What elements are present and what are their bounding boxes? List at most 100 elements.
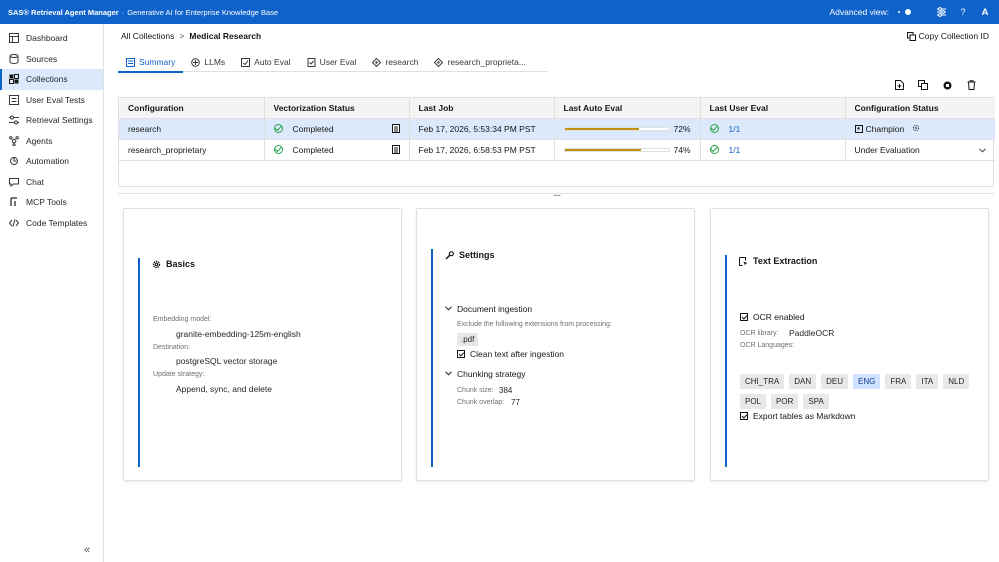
advanced-view-toggle[interactable] [897, 8, 911, 16]
config-status-dropdown[interactable]: Under Evaluation [845, 138, 995, 160]
duplicate-icon[interactable] [911, 78, 935, 92]
config-status: Under Evaluation [854, 144, 920, 155]
column-header[interactable]: Last Job [409, 98, 555, 118]
tab-research-proprietary[interactable]: research_proprieta... [426, 52, 533, 72]
log-icon[interactable] [391, 124, 400, 133]
language-tag[interactable]: ITA [916, 374, 939, 389]
champion-settings-icon[interactable] [912, 124, 920, 134]
export-tables-checkbox[interactable]: Export tables as Markdown [740, 411, 856, 421]
sidebar-item-label: Chat [26, 176, 44, 187]
config-status: Champion [865, 123, 905, 134]
ocr-library-value: PaddleOCR [789, 328, 835, 338]
sidebar-item-chat[interactable]: Chat [0, 172, 103, 193]
sliders-icon [9, 115, 19, 125]
help-icon[interactable]: ? [953, 0, 973, 24]
sidebar-item-sources[interactable]: Sources [0, 49, 103, 70]
completed-check-icon [273, 124, 283, 133]
sidebar-item-retrieval-settings[interactable]: Retrieval Settings [0, 110, 103, 131]
language-tag[interactable]: ENG [853, 374, 881, 389]
passed-check-icon [709, 124, 719, 133]
tab-summary[interactable]: Summary [118, 52, 184, 73]
vectorization-status: Completed [292, 123, 334, 134]
ocr-languages-label: OCR Languages: [740, 342, 795, 349]
section-label: Document ingestion [457, 304, 533, 314]
clean-text-checkbox[interactable]: Clean text after ingestion [457, 349, 564, 359]
configurations-table: Configuration Vectorization Status Last … [118, 97, 995, 187]
card-accent-bar [138, 258, 140, 467]
sidebar-item-mcp-tools[interactable]: MCP Tools [0, 192, 103, 213]
language-tag[interactable]: POL [740, 394, 767, 409]
tab-research[interactable]: research [364, 52, 426, 72]
settings-icon[interactable] [931, 0, 951, 24]
tab-label: Summary [139, 57, 176, 67]
user-avatar[interactable]: A [975, 0, 995, 24]
tab-llms[interactable]: LLMs [183, 52, 233, 72]
sidebar-item-collections[interactable]: Collections [0, 69, 103, 90]
tab-label: User Eval [319, 57, 357, 67]
config-icon [434, 57, 444, 67]
column-header[interactable]: Configuration [119, 98, 265, 118]
excluded-extension-tag: .pdf [457, 333, 479, 346]
database-icon [9, 53, 19, 64]
sidebar-item-user-eval-tests[interactable]: User Eval Tests [0, 90, 103, 111]
table-row[interactable]: research Completed Feb 17, 2026, 5:53:34… [119, 117, 995, 139]
stop-icon[interactable] [935, 78, 959, 92]
column-header[interactable]: Vectorization Status [264, 98, 410, 118]
chevron-down-icon [979, 145, 986, 155]
text-extraction-title-text: Text Extraction [753, 256, 818, 266]
column-header[interactable]: Last Auto Eval [554, 98, 701, 118]
auto-eval-percent: 72% [673, 123, 691, 134]
sidebar-item-code-templates[interactable]: Code Templates [0, 213, 103, 234]
copy-collection-id-label: Copy Collection ID [918, 31, 989, 41]
last-job: Feb 17, 2026, 6:58:53 PM PST [409, 138, 555, 160]
language-tag[interactable]: POR [771, 394, 799, 409]
champion-icon: ★ [854, 124, 863, 133]
breadcrumb-current: Medical Research [189, 31, 262, 41]
language-tag[interactable]: NLD [943, 374, 970, 389]
settings-title-text: Settings [459, 250, 495, 260]
sidebar-item-label: Code Templates [26, 217, 88, 228]
user-eval-cell: 1/1 [700, 117, 846, 139]
delete-icon[interactable] [959, 78, 983, 92]
add-configuration-icon[interactable] [887, 78, 911, 92]
checkbox-label: Export tables as Markdown [753, 411, 856, 421]
app-name: SAS® Retrieval Agent Manager [8, 7, 119, 17]
sidebar-item-label: User Eval Tests [26, 94, 85, 105]
document-ingestion-section[interactable]: Document ingestion [445, 304, 532, 314]
auto-eval-percent: 74% [673, 144, 691, 155]
tab-user-eval[interactable]: User Eval [299, 52, 365, 72]
column-header[interactable]: Configuration Status [845, 98, 995, 118]
table-row[interactable]: research_proprietary Completed Feb 17, 2… [119, 138, 995, 160]
resize-handle[interactable]: .... [553, 188, 561, 199]
last-job: Feb 17, 2026, 5:53:34 PM PST [409, 117, 555, 139]
language-tag[interactable]: DEU [821, 374, 849, 389]
configuration-name: research_proprietary [119, 138, 265, 160]
user-eval-link[interactable]: 1/1 [729, 124, 741, 134]
language-tag[interactable]: FRA [885, 374, 912, 389]
collapse-sidebar-button[interactable]: « [84, 544, 90, 556]
sidebar-item-dashboard[interactable]: Dashboard [0, 28, 103, 49]
checkbox-checked-icon [740, 412, 748, 420]
language-tag[interactable]: DAN [789, 374, 817, 389]
chunking-strategy-section[interactable]: Chunking strategy [445, 369, 526, 379]
ocr-enabled-checkbox[interactable]: OCR enabled [740, 312, 805, 322]
card-accent-bar [725, 255, 727, 467]
checkbox-checked-icon [457, 350, 465, 358]
sidebar-item-label: Automation [26, 156, 69, 167]
sidebar-item-automation[interactable]: Automation [0, 151, 103, 172]
language-tag[interactable]: CHI_TRA [740, 374, 785, 389]
log-icon[interactable] [391, 145, 400, 154]
column-header[interactable]: Last User Eval [700, 98, 846, 118]
sidebar-item-agents[interactable]: Agents [0, 131, 103, 152]
chunk-overlap-value: 77 [511, 398, 520, 407]
copy-collection-id-button[interactable]: Copy Collection ID [906, 31, 989, 41]
wrench-icon [445, 250, 454, 260]
language-tag[interactable]: SPA [803, 394, 829, 409]
tab-auto-eval[interactable]: Auto Eval [233, 52, 298, 72]
user-eval-link[interactable]: 1/1 [729, 145, 741, 155]
checkbox-label: OCR enabled [753, 312, 805, 322]
user-eval-cell: 1/1 [700, 138, 846, 160]
checkbox-checked-icon [740, 313, 748, 321]
breadcrumb-parent-link[interactable]: All Collections [121, 31, 174, 41]
checkbox-label: Clean text after ingestion [470, 349, 565, 359]
